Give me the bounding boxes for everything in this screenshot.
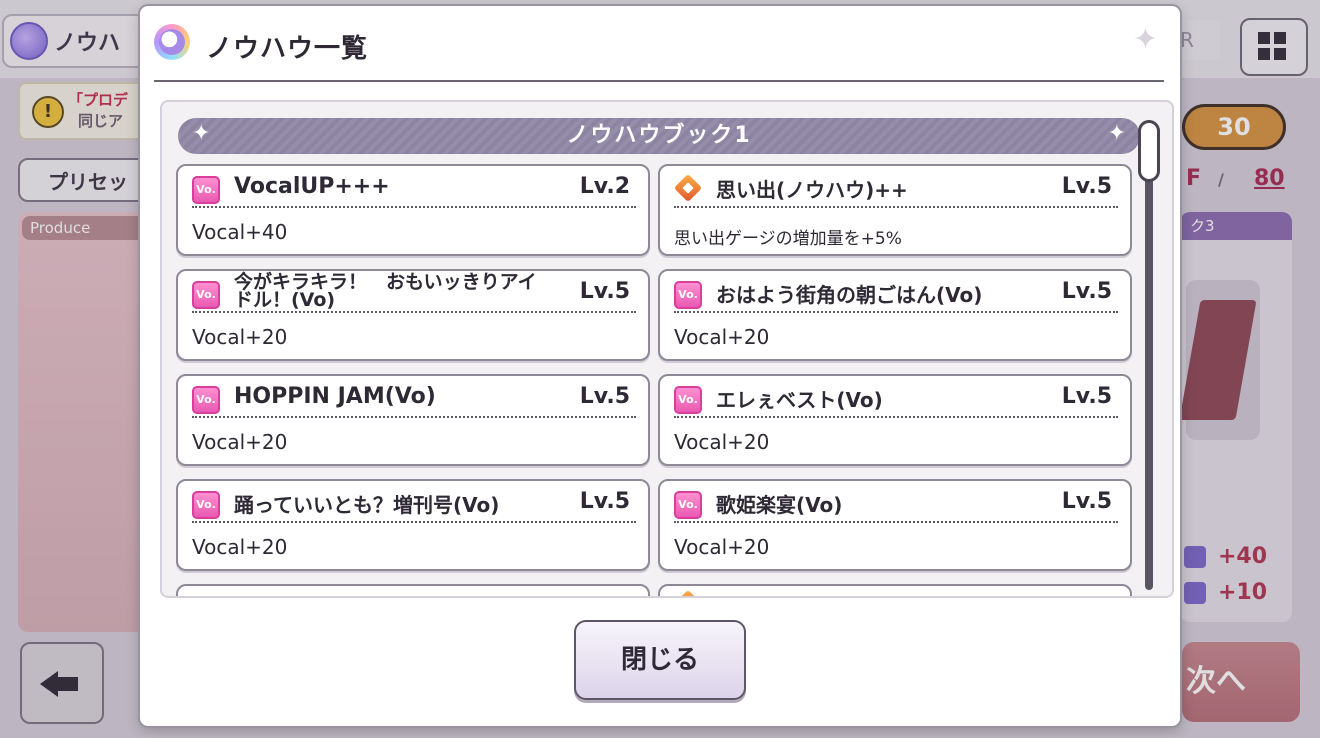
vocal-badge-icon: Vo. [192, 176, 220, 204]
card-divider [192, 206, 636, 208]
vocal-badge-icon: Vo. [192, 491, 220, 519]
vocal-badge-icon: Vo. [674, 281, 702, 309]
knowhow-effect: Vocal+20 [192, 325, 288, 349]
knowhow-level: Lv.5 [579, 384, 630, 409]
knowhow-level: Lv.5 [579, 279, 630, 304]
knowhow-level: Lv.5 [1061, 279, 1112, 304]
memory-diamond-icon [673, 173, 703, 203]
knowhow-list-dialog: ノウハウ一覧 ✦ ✦ ノウハウブック1 ✦ Vo. VocalUP+++ Lv.… [140, 6, 1180, 726]
vocal-badge-icon: Vo. [674, 386, 702, 414]
knowhow-level: Lv.5 [579, 489, 630, 514]
book-banner: ✦ ノウハウブック1 ✦ [178, 118, 1140, 154]
knowhow-name: 今がキラキラ！ おもいッきりアイドル！(Vo) [234, 271, 537, 311]
knowhow-level: Lv.5 [1061, 489, 1112, 514]
vocal-badge-icon: Vo. [192, 386, 220, 414]
book-title: ノウハウブック1 [566, 123, 752, 148]
knowhow-card[interactable]: Vo. おはよう街角の朝ごはん(Vo) Lv.5 Vocal+20 [658, 269, 1132, 361]
memory-diamond-icon [673, 589, 703, 596]
knowhow-icon [154, 24, 190, 60]
knowhow-name: エレぇベスト(Vo) [716, 388, 883, 412]
sparkle-icon: ✦ [1107, 121, 1126, 146]
knowhow-level: Lv.5 [1061, 384, 1112, 409]
scroll-thumb[interactable] [1138, 120, 1160, 182]
vocal-badge-icon: Vo. [674, 491, 702, 519]
knowhow-effect: Vocal+20 [674, 325, 770, 349]
knowhow-name: 歌姫楽宴(Vo) [716, 493, 843, 517]
knowhow-card[interactable]: Vo. 今がキラキラ！ おもいッきりアイドル！(Vo) Lv.5 Vocal+2… [176, 269, 650, 361]
card-divider [674, 521, 1118, 523]
knowhow-name: おはよう街角の朝ごはん(Vo) [716, 283, 983, 307]
card-divider [674, 206, 1118, 208]
close-button[interactable]: 閉じる [574, 620, 746, 700]
knowhow-card[interactable]: Vo. HOPPIN JAM(Vo) Lv.5 Vocal+20 [176, 374, 650, 466]
scroll-track [1145, 120, 1153, 590]
knowhow-card[interactable]: Vo. 踊っていいとも？増刊号(Vo) Lv.5 Vocal+20 [176, 479, 650, 571]
knowhow-name: 思い出(ノウハウ)++ [716, 178, 908, 202]
knowhow-level: Lv.5 [1061, 174, 1112, 199]
knowhow-effect: Vocal+40 [192, 220, 288, 244]
knowhow-name: VocalUP+++ [234, 174, 390, 199]
knowhow-effect: Vocal+20 [674, 535, 770, 559]
knowhow-effect: Vocal+20 [674, 430, 770, 454]
knowhow-list[interactable]: ✦ ノウハウブック1 ✦ Vo. VocalUP+++ Lv.2 Vocal+4… [160, 100, 1174, 598]
knowhow-level: Lv.2 [579, 174, 630, 199]
dialog-title: ノウハウ一覧 [206, 34, 369, 64]
knowhow-name: 踊っていいとも？増刊号(Vo) [234, 493, 500, 517]
dialog-header: ノウハウ一覧 ✦ [154, 22, 1164, 82]
card-divider [192, 521, 636, 523]
knowhow-card[interactable]: 思い出(ノウハウ)++ Lv.5 思い出ゲージの増加量を+5% [658, 164, 1132, 256]
sparkle-icon: ✦ [1132, 22, 1158, 57]
knowhow-effect: 思い出ゲージの増加量を+5% [674, 229, 902, 249]
card-divider [192, 311, 636, 313]
knowhow-card-partial[interactable] [176, 584, 650, 598]
list-scrollbar[interactable] [1138, 120, 1160, 590]
card-divider [674, 311, 1118, 313]
knowhow-card-partial[interactable] [658, 584, 1132, 596]
card-divider [674, 416, 1118, 418]
vocal-badge-icon: Vo. [192, 281, 220, 309]
card-divider [192, 416, 636, 418]
knowhow-effect: Vocal+20 [192, 535, 288, 559]
knowhow-card[interactable]: Vo. VocalUP+++ Lv.2 Vocal+40 [176, 164, 650, 256]
knowhow-card[interactable]: Vo. エレぇベスト(Vo) Lv.5 Vocal+20 [658, 374, 1132, 466]
knowhow-name: HOPPIN JAM(Vo) [234, 384, 436, 409]
knowhow-effect: Vocal+20 [192, 430, 288, 454]
heart-badge-icon [192, 596, 220, 598]
knowhow-card[interactable]: Vo. 歌姫楽宴(Vo) Lv.5 Vocal+20 [658, 479, 1132, 571]
